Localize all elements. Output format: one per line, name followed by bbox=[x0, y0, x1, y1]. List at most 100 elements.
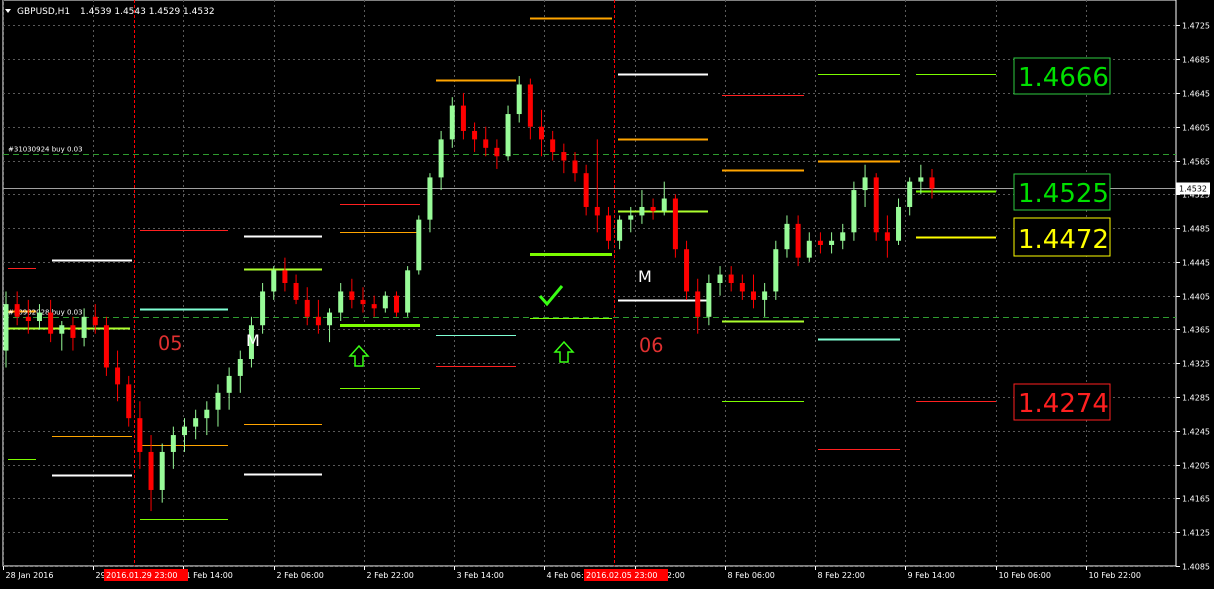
candle-body bbox=[784, 223, 790, 250]
candle-body bbox=[572, 160, 578, 174]
candle-body bbox=[416, 219, 422, 271]
candle-body bbox=[170, 435, 176, 452]
candle-body bbox=[148, 451, 154, 490]
x-tick-label: 8 Feb 06:00 bbox=[728, 571, 775, 580]
candle-body bbox=[137, 418, 143, 452]
candle-body bbox=[438, 139, 444, 178]
candle-body bbox=[661, 198, 667, 212]
price-axis: 1.47251.46851.46451.46051.45651.45251.44… bbox=[1176, 22, 1210, 572]
candle-body bbox=[494, 147, 500, 157]
session-label: M bbox=[246, 331, 260, 350]
candle-body bbox=[773, 249, 779, 292]
chart-header: GBPUSD,H1 1.4539 1.4543 1.4529 1.4532 bbox=[5, 7, 215, 17]
candle-body bbox=[806, 240, 812, 258]
price-chart[interactable]: #31030924 buy 0.03#30902028 buy 0.03 05 M… bbox=[0, 0, 1214, 585]
candle-body bbox=[204, 409, 210, 419]
candle-body bbox=[159, 451, 165, 490]
x-tick-label: 10 Feb 06:00 bbox=[999, 571, 1051, 580]
candle-body bbox=[929, 177, 935, 189]
candle-body bbox=[260, 291, 266, 326]
chart-window[interactable]: #31030924 buy 0.03 #30902028 buy 0.03 05 M… bbox=[0, 0, 1214, 585]
x-tick-label: 1 Feb 14:00 bbox=[186, 571, 233, 580]
candle-body bbox=[639, 206, 645, 216]
y-tick-label: 1.4645 bbox=[1182, 90, 1210, 99]
candle-body bbox=[237, 359, 243, 376]
x-tick-label: 28 Jan 2016 bbox=[6, 571, 54, 580]
candle-body bbox=[684, 249, 690, 292]
candle-body bbox=[126, 384, 132, 419]
candle-body bbox=[59, 325, 65, 334]
candle-body bbox=[293, 283, 299, 300]
annotations: 05 M M 06 bbox=[158, 267, 663, 367]
candle-body bbox=[840, 232, 846, 241]
candle-body bbox=[282, 270, 288, 283]
candle-body bbox=[3, 304, 9, 351]
candle-body bbox=[695, 291, 701, 317]
session-label: 06 bbox=[639, 334, 663, 357]
y-tick-label: 1.4445 bbox=[1182, 259, 1210, 268]
candle-body bbox=[449, 105, 455, 140]
chevron-down-icon[interactable] bbox=[5, 9, 11, 13]
level-box-value: 1.4666 bbox=[1018, 63, 1109, 93]
candle-body bbox=[717, 274, 723, 283]
candle-body bbox=[115, 367, 121, 385]
candle-body bbox=[628, 215, 634, 220]
candle-body bbox=[92, 316, 98, 326]
y-tick-label: 1.4725 bbox=[1182, 22, 1210, 31]
candle-body bbox=[382, 295, 388, 309]
candle-body bbox=[103, 325, 109, 368]
y-tick-label: 1.4685 bbox=[1182, 56, 1210, 65]
y-tick-label: 1.4205 bbox=[1182, 462, 1210, 471]
candle-body bbox=[226, 375, 232, 393]
candle-body bbox=[215, 392, 221, 410]
candle-body bbox=[617, 219, 623, 241]
candle-body bbox=[14, 304, 20, 317]
y-tick-label: 1.4405 bbox=[1182, 293, 1210, 302]
candle-body bbox=[338, 291, 344, 313]
candle-body bbox=[583, 173, 589, 207]
candle-body bbox=[360, 299, 366, 305]
candle-body bbox=[650, 206, 656, 212]
session-label: 05 bbox=[158, 332, 182, 355]
time-axis: 28 Jan 201629 Jan1 Feb 14:002 Feb 06:002… bbox=[3, 566, 1141, 581]
y-tick-label: 1.4485 bbox=[1182, 225, 1210, 234]
candle-body bbox=[472, 130, 478, 140]
candle-body bbox=[36, 312, 42, 322]
checkmark-icon bbox=[538, 285, 564, 307]
candle-body bbox=[271, 270, 277, 292]
y-tick-label: 1.4285 bbox=[1182, 394, 1210, 403]
x-tick-label: 8 Feb 22:00 bbox=[818, 571, 865, 580]
candle-body bbox=[918, 177, 924, 182]
candle-body bbox=[896, 206, 902, 241]
candle-body bbox=[193, 418, 199, 427]
candle-body bbox=[393, 295, 399, 313]
y-tick-label: 1.4565 bbox=[1182, 158, 1210, 167]
candle-body bbox=[48, 312, 54, 334]
candle-body bbox=[739, 283, 745, 292]
x-tick-label: 3 Feb 14:00 bbox=[457, 571, 504, 580]
candle-body bbox=[672, 198, 678, 250]
separator-label: 2016.02.05 23:00 bbox=[586, 571, 657, 580]
x-tick-label: 9 Feb 14:00 bbox=[908, 571, 955, 580]
candle-body bbox=[182, 426, 188, 436]
candle-body bbox=[405, 270, 411, 313]
candle-body bbox=[81, 316, 87, 338]
y-tick-label: 1.4125 bbox=[1182, 529, 1210, 538]
candle-body bbox=[750, 291, 756, 300]
order-label: #31030924 buy 0.03 bbox=[8, 146, 83, 154]
level-box-value: 1.4472 bbox=[1018, 225, 1109, 255]
candle-body bbox=[460, 105, 466, 131]
ohlc-readout: 1.4539 1.4543 1.4529 1.4532 bbox=[80, 7, 215, 17]
candle-body bbox=[70, 325, 76, 338]
y-tick-label: 1.4325 bbox=[1182, 360, 1210, 369]
candle-body bbox=[605, 215, 611, 241]
candle-body bbox=[527, 84, 533, 127]
y-tick-label: 1.4605 bbox=[1182, 124, 1210, 133]
candle-body bbox=[427, 177, 433, 220]
candle-body bbox=[516, 84, 522, 115]
candle-body bbox=[762, 291, 768, 300]
y-tick-label: 1.4245 bbox=[1182, 428, 1210, 437]
candle-body bbox=[795, 223, 801, 258]
candle-body bbox=[315, 316, 321, 326]
candle-body bbox=[851, 190, 857, 233]
